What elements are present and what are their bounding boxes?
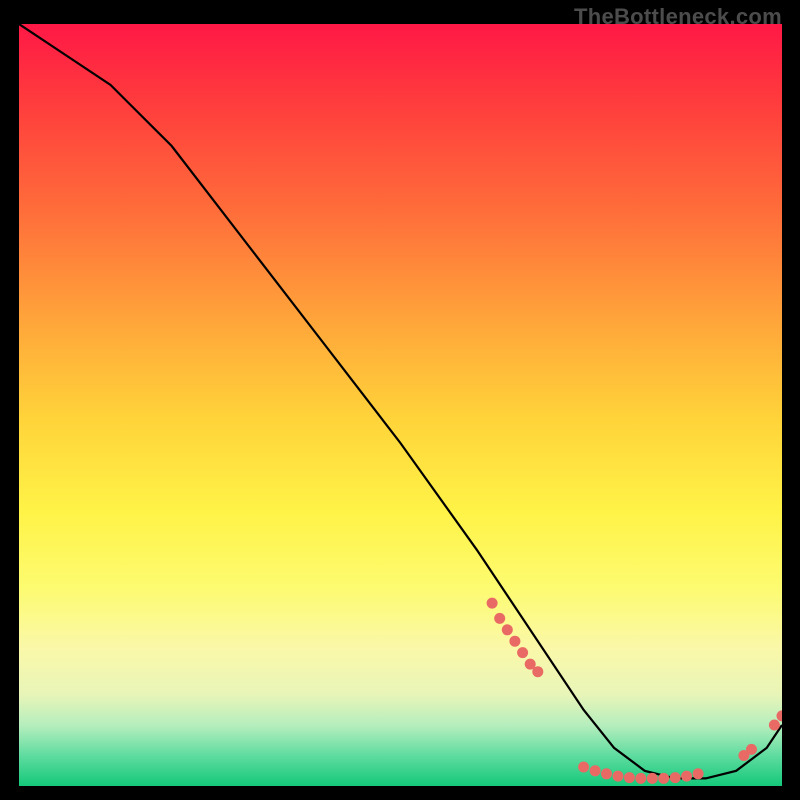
data-point (777, 710, 783, 721)
data-point (635, 773, 646, 784)
data-point (487, 598, 498, 609)
data-point (590, 765, 601, 776)
data-point (681, 771, 692, 782)
data-point (601, 768, 612, 779)
data-point (693, 768, 704, 779)
plot-area (19, 24, 782, 786)
data-point (769, 720, 780, 731)
data-point (502, 624, 513, 635)
data-point (746, 744, 757, 755)
data-point (494, 613, 505, 624)
chart-stage: TheBottleneck.com (0, 0, 800, 800)
main-curve (19, 24, 782, 778)
data-point (647, 773, 658, 784)
scatter-dots (487, 598, 782, 784)
data-point (517, 647, 528, 658)
data-point (613, 771, 624, 782)
data-point (624, 772, 635, 783)
data-point (658, 773, 669, 784)
data-point (578, 762, 589, 773)
data-point (509, 636, 520, 647)
chart-svg (19, 24, 782, 786)
data-point (532, 666, 543, 677)
data-point (670, 772, 681, 783)
